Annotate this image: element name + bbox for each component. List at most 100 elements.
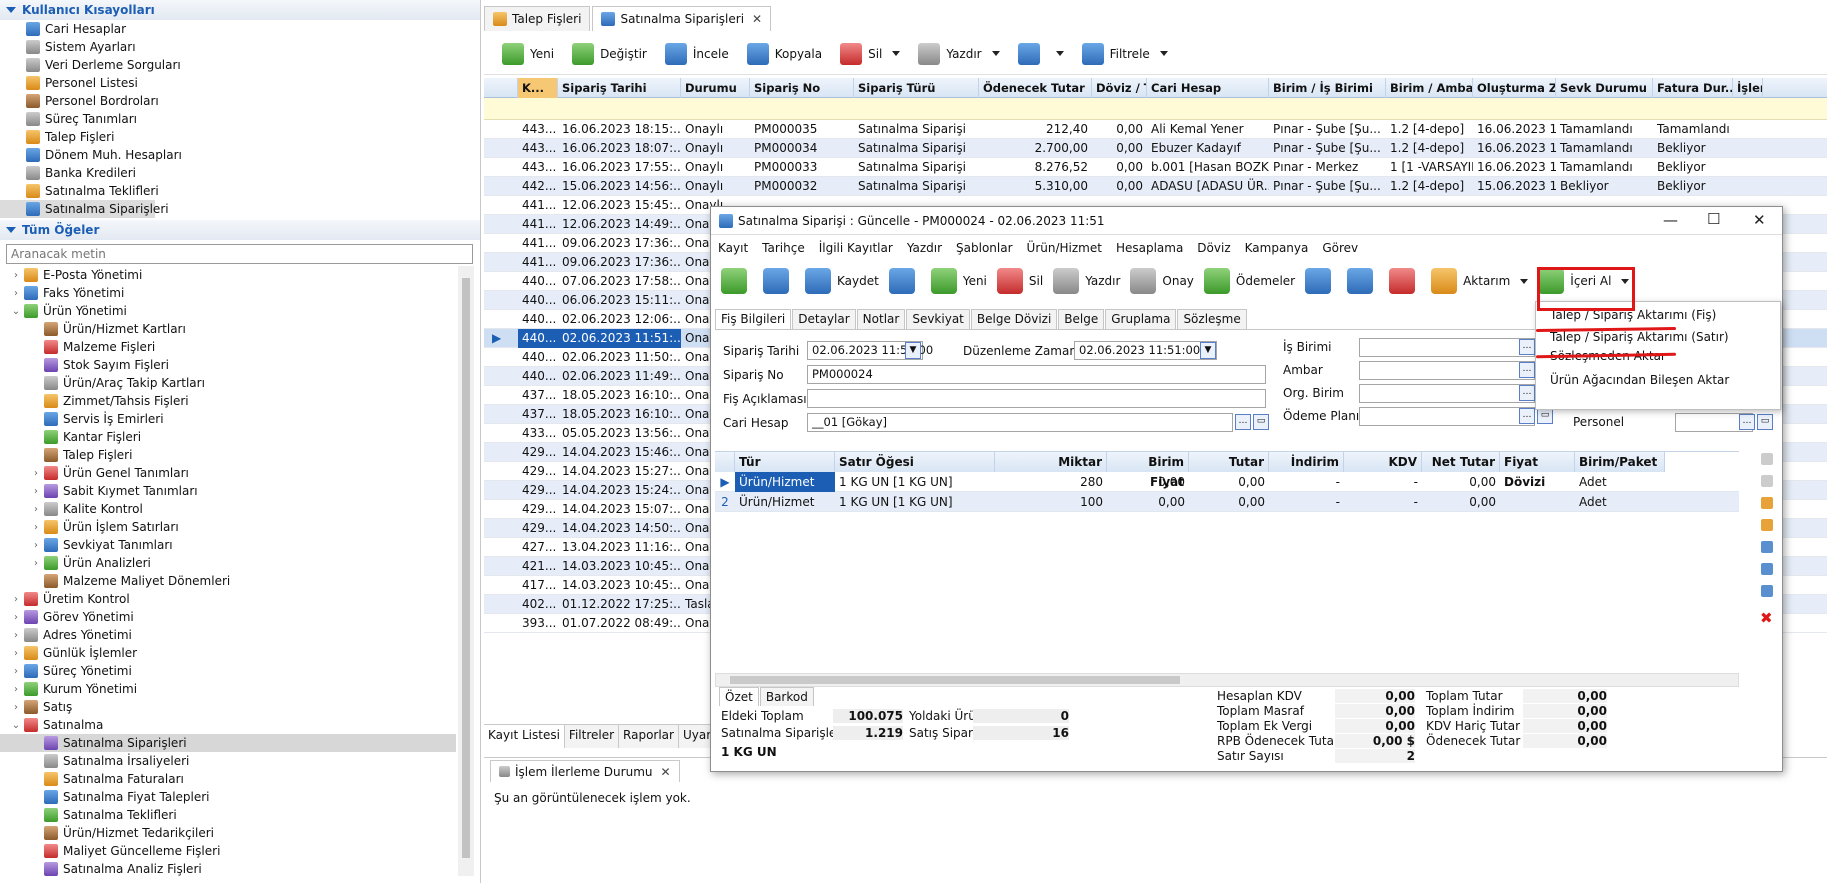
lookup-button[interactable]: … — [1739, 414, 1755, 430]
dialog-sil-button[interactable]: Sil — [996, 268, 1043, 294]
column-header[interactable]: Fiyat Dövizi — [1500, 452, 1575, 489]
tree-item[interactable]: › Süreç Yönetimi — [0, 662, 456, 680]
table-row[interactable]: 443... 16.06.2023 18:07:... Onaylı PM000034… — [484, 139, 1827, 158]
column-header[interactable]: İndirim — [1269, 452, 1344, 472]
table-row[interactable]: 443... 16.06.2023 18:15:... Onaylı PM000035… — [484, 120, 1827, 139]
column-header[interactable]: İşlem — [1733, 78, 1763, 98]
column-header[interactable]: Satır Öğesi — [835, 452, 995, 472]
expand-icon[interactable]: › — [30, 558, 42, 569]
tree-item[interactable]: › Kalite Kontrol — [0, 500, 456, 518]
menu-item[interactable]: Kayıt — [718, 241, 748, 255]
tool-icon[interactable] — [1761, 541, 1773, 553]
line-row[interactable]: 2 Ürün/Hizmet 1 KG UN [1 KG UN] 100 0,00 0,00… — [715, 492, 1739, 512]
menu-item[interactable]: İlgili Kayıtlar — [819, 241, 893, 255]
column-header[interactable]: Birim / İş Birimi — [1269, 78, 1386, 98]
tree-item[interactable]: Satınalma Analiz Fişleri — [0, 860, 456, 876]
chevron-down-icon[interactable]: ▼ — [1200, 342, 1216, 359]
scroll-thumb[interactable] — [462, 278, 470, 858]
dialog-aktarim-button[interactable]: Aktarım — [1431, 268, 1529, 294]
form-icon[interactable]: ▭ — [1757, 414, 1773, 430]
form-tab[interactable]: Sözleşme — [1177, 309, 1247, 329]
shortcut-item[interactable]: Cari Hesaplar — [0, 20, 480, 38]
column-header[interactable]: Birim / Ambar — [1386, 78, 1473, 98]
shortcut-item[interactable]: Satınalma Siparişleri — [0, 200, 169, 218]
expand-icon[interactable]: › — [10, 270, 22, 281]
shortcut-item[interactable]: Banka Kredileri — [0, 164, 480, 182]
dialog-down-arrow-button[interactable] — [1347, 268, 1379, 294]
dialog-kaydet-button[interactable]: Kaydet — [805, 268, 879, 294]
menu-item[interactable]: Kampanya — [1245, 241, 1309, 255]
menu-item[interactable]: Tarihçe — [762, 241, 805, 255]
bottom-tab[interactable]: Raporlar — [619, 725, 679, 748]
lookup-button[interactable]: … — [1519, 339, 1535, 355]
tree-item[interactable]: › E-Posta Yönetimi — [0, 266, 456, 284]
lookup-button[interactable]: … — [1519, 408, 1535, 424]
chevron-down-icon[interactable] — [1055, 51, 1064, 56]
tool-icon[interactable] — [1761, 453, 1773, 465]
tool-icon[interactable] — [1761, 519, 1773, 531]
form-icon[interactable]: ▭ — [1537, 408, 1553, 424]
close-icon[interactable]: ✕ — [660, 765, 670, 779]
expand-icon[interactable]: › — [10, 594, 22, 605]
form-icon[interactable]: ▭ — [1253, 414, 1269, 430]
tree-item[interactable]: › Ürün Analizleri — [0, 554, 456, 572]
dialog-onay-button[interactable]: Onay — [1130, 268, 1194, 294]
table-row[interactable]: 442... 15.06.2023 14:56:... Onaylı PM000032… — [484, 177, 1827, 196]
tree-item[interactable]: Satınalma Fiyat Talepleri — [0, 788, 456, 806]
tree-item[interactable]: › Sevkiyat Tanımları — [0, 536, 456, 554]
toolbar-degistir-button[interactable]: Değiştir — [572, 42, 647, 65]
column-header[interactable]: Oluşturma Za... — [1473, 78, 1556, 98]
horizontal-scrollbar[interactable] — [715, 673, 1739, 687]
lookup-button[interactable]: … — [1519, 362, 1535, 378]
form-tab[interactable]: Notlar — [856, 309, 906, 329]
tree-item[interactable]: Maliyet Güncelleme Fişleri — [0, 842, 456, 860]
tree-item[interactable]: › Günlük İşlemler — [0, 644, 456, 662]
menu-item[interactable]: Görev — [1322, 241, 1358, 255]
table-row[interactable]: 443... 16.06.2023 17:55:... Onaylı PM000033… — [484, 158, 1827, 177]
toolbar-sil-button[interactable]: Sil — [840, 42, 901, 65]
expand-icon[interactable]: › — [30, 486, 42, 497]
column-header[interactable]: Sipariş No — [750, 78, 854, 98]
tree-item[interactable]: › Faks Yönetimi — [0, 284, 456, 302]
tree-item[interactable]: › Satış — [0, 698, 456, 716]
menu-item[interactable]: Hesaplama — [1116, 241, 1183, 255]
column-header[interactable]: Durumu — [681, 78, 750, 98]
column-header[interactable]: KDV — [1344, 452, 1422, 472]
tree-item[interactable]: Ürün/Araç Takip Kartları — [0, 374, 456, 392]
form-tab[interactable]: Gruplama — [1105, 309, 1177, 329]
menu-item[interactable]: Döviz — [1197, 241, 1230, 255]
close-button[interactable]: ✕ — [1753, 211, 1766, 229]
close-icon[interactable]: ✕ — [752, 12, 762, 26]
tree-item[interactable]: Satınalma İrsaliyeleri — [0, 752, 456, 770]
shortcut-item[interactable]: Veri Derleme Sorguları — [0, 56, 480, 74]
summary-tab[interactable]: Özet — [719, 687, 759, 706]
cari-field[interactable]: __01 [Gökay] — [807, 413, 1233, 432]
shortcut-item[interactable]: Satınalma Teklifleri — [0, 182, 480, 200]
tab-satinalma-siparisleri[interactable]: Satınalma Siparişleri ✕ — [592, 6, 772, 31]
tree-item[interactable]: Malzeme Fişleri — [0, 338, 456, 356]
popup-menu-item[interactable]: Talep / Sipariş Aktarımı (Satır) — [1550, 330, 1729, 344]
toolbar-yazdir-button[interactable]: Yazdır — [918, 42, 1000, 65]
dialog-save-new-button[interactable] — [763, 268, 795, 294]
dialog-approve-button[interactable] — [1389, 268, 1421, 294]
lookup-button[interactable]: … — [1235, 414, 1251, 430]
shortcut-item[interactable]: Personel Listesi — [0, 74, 480, 92]
tree-item[interactable]: › Görev Yönetimi — [0, 608, 456, 626]
tree-item[interactable]: Stok Sayım Fişleri — [0, 356, 456, 374]
shortcuts-header[interactable]: Kullanıcı Kısayolları — [0, 0, 480, 20]
bottom-tab[interactable]: Filtreler — [565, 725, 620, 748]
form-tab[interactable]: Fiş Bilgileri — [715, 309, 792, 329]
tree-item[interactable]: ⌄ Ürün Yönetimi — [0, 302, 456, 320]
tree-item[interactable]: › Ürün Genel Tanımları — [0, 464, 456, 482]
expand-icon[interactable]: › — [30, 468, 42, 479]
chevron-down-icon[interactable] — [1520, 278, 1529, 284]
column-header[interactable]: Birim/Paket — [1575, 452, 1665, 472]
vertical-scrollbar[interactable] — [458, 266, 474, 876]
popup-menu-item[interactable]: Ürün Ağacından Bileşen Aktar — [1550, 373, 1729, 387]
chevron-down-icon[interactable]: ▼ — [905, 342, 921, 359]
toolbar-ayarlar-button[interactable] — [1017, 42, 1064, 65]
tool-icon[interactable] — [1761, 497, 1773, 509]
form-tab[interactable]: Belge Dövizi — [970, 309, 1058, 329]
expand-icon[interactable]: ⌄ — [10, 306, 22, 317]
tree-item[interactable]: › Üretim Kontrol — [0, 590, 456, 608]
